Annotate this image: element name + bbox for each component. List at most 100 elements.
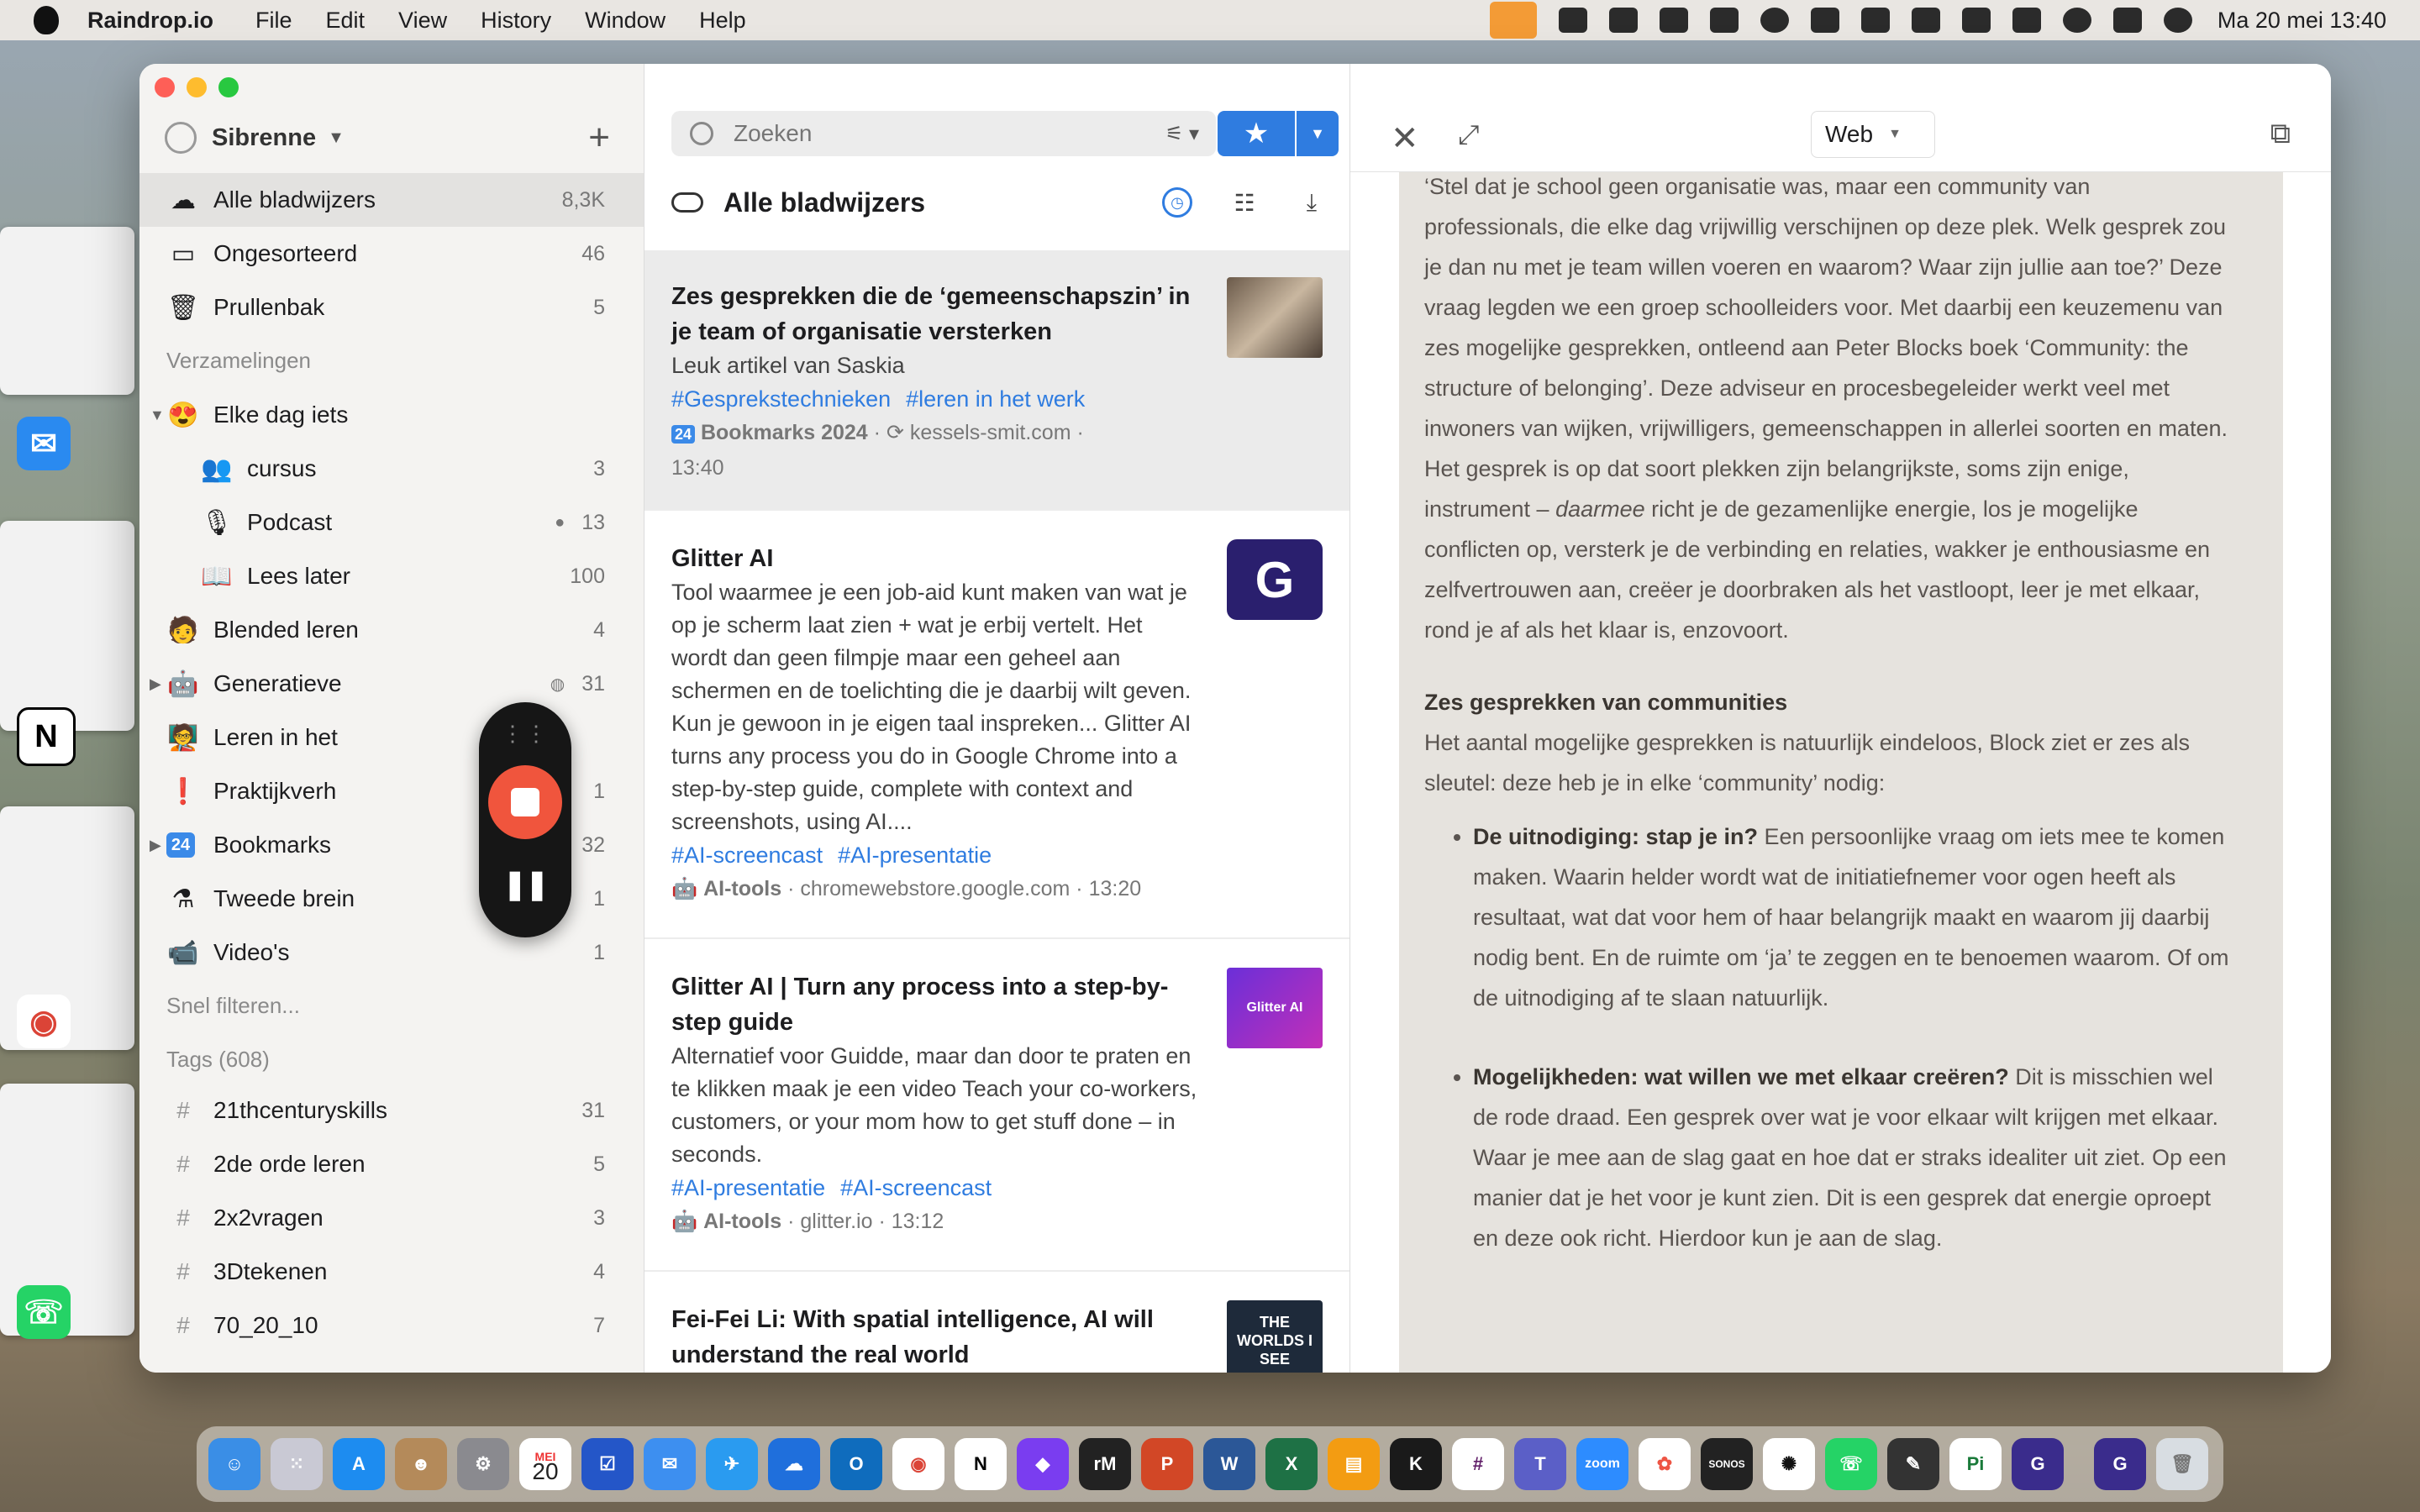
chrome-icon[interactable]: ◉	[892, 1438, 944, 1490]
expand-arrow-icon[interactable]: ▶	[150, 837, 161, 854]
system-settings-icon[interactable]: ⚙	[457, 1438, 509, 1490]
photos-icon[interactable]: ✿	[1639, 1438, 1691, 1490]
bluetooth-icon[interactable]	[1961, 8, 1991, 33]
tag-link[interactable]: #AI-screencast	[671, 843, 823, 868]
bookmark-title[interactable]: Fei-Fei Li: With spatial intelligence, A…	[671, 1302, 1201, 1373]
menu-history[interactable]: History	[481, 8, 551, 34]
sidebar-tag-item[interactable]: # 21thcenturyskills 31	[139, 1084, 644, 1137]
view-mode-select[interactable]: Web ▼	[1811, 111, 1935, 158]
chrome-icon[interactable]: ◉	[17, 995, 71, 1048]
glitter-icon[interactable]: G	[2012, 1438, 2064, 1490]
mail-icon[interactable]: ✉	[17, 417, 71, 470]
menu-clock[interactable]: Ma 20 mei 13:40	[2217, 8, 2386, 34]
app-store-icon[interactable]: A	[333, 1438, 385, 1490]
sidebar-item-unsorted[interactable]: ▭ Ongesorteerd 46	[139, 227, 644, 281]
microphone-recording-icon[interactable]	[1489, 2, 1537, 39]
sonos-icon[interactable]: SONOS	[1701, 1438, 1753, 1490]
sidebar-item-collection[interactable]: 📖 Lees later 100	[139, 549, 644, 603]
notion-icon[interactable]: N	[955, 1438, 1007, 1490]
menu-view[interactable]: View	[398, 8, 447, 34]
excel-icon[interactable]: X	[1265, 1438, 1318, 1490]
user-menu[interactable]: Sibrenne ▼ +	[165, 116, 618, 160]
obsidian-icon[interactable]: ◆	[1017, 1438, 1069, 1490]
tag-link[interactable]: #leren in het werk	[906, 386, 1085, 412]
battery-icon[interactable]	[2012, 8, 2041, 33]
bookmark-item[interactable]: Fei-Fei Li: With spatial intelligence, A…	[644, 1273, 1349, 1373]
bookmark-title[interactable]: Zes gesprekken die de ‘gemeenschapszin’ …	[671, 279, 1201, 349]
cloud-app-icon[interactable]: ☁	[768, 1438, 820, 1490]
sidebar-item-collection[interactable]: 📹 Video's 1	[139, 926, 644, 979]
expand-icon[interactable]: ⤢	[1458, 119, 1480, 151]
bookmark-title[interactable]: Glitter AI | Turn any process into a ste…	[671, 969, 1201, 1040]
launchpad-icon[interactable]: ⁙	[271, 1438, 323, 1490]
testflight-icon[interactable]: ✈	[706, 1438, 758, 1490]
mail-icon[interactable]: ✉	[644, 1438, 696, 1490]
sidebar-item-collection[interactable]: 👥 cursus 3	[139, 442, 644, 496]
grammarly-icon[interactable]	[1558, 8, 1587, 33]
sidebar-item-collection[interactable]: 🧑 Blended leren 4	[139, 603, 644, 657]
open-external-icon[interactable]: ⧉	[2270, 118, 2291, 150]
finder-icon[interactable]: ☺	[208, 1438, 260, 1490]
sidebar-item-collection[interactable]: ▼ 😍 Elke dag iets	[139, 388, 644, 442]
bookmark-item[interactable]: Glitter AI Tool waarmee je een job-aid k…	[644, 512, 1349, 939]
notion-icon[interactable]: N	[17, 707, 76, 766]
screenshot-icon[interactable]	[1709, 8, 1739, 33]
whatsapp-icon[interactable]: ☏	[17, 1285, 71, 1339]
menu-help[interactable]: Help	[699, 8, 746, 34]
tag-link[interactable]: #AI-screencast	[840, 1175, 992, 1200]
notion-icon[interactable]	[1608, 8, 1638, 33]
calendar-icon[interactable]: MEI 20	[519, 1438, 571, 1490]
import-download-icon[interactable]: ⤓	[1297, 187, 1327, 218]
trash-icon[interactable]: 🗑	[2156, 1438, 2208, 1490]
sidebar-item-collection[interactable]: ▶ 🤖 Generatieve ◍ 31	[139, 657, 644, 711]
wifi-icon[interactable]	[1911, 8, 1940, 33]
kindle-icon[interactable]: K	[1390, 1438, 1442, 1490]
sidebar-tag-item[interactable]: # 2x2vragen 3	[139, 1191, 644, 1245]
tags-heading[interactable]: Tags (608)	[166, 1047, 270, 1073]
siri-icon[interactable]	[2163, 8, 2192, 33]
add-collection-button[interactable]: +	[588, 117, 610, 159]
stop-recording-button[interactable]	[488, 765, 562, 839]
menu-app-name[interactable]: Raindrop.io	[87, 8, 213, 34]
bookmark-title[interactable]: Glitter AI	[671, 541, 1201, 576]
tag-link[interactable]: #AI-presentatie	[838, 843, 992, 868]
zoom-window-button[interactable]	[218, 77, 239, 97]
quick-filter[interactable]: Snel filteren...	[166, 993, 300, 1019]
powerpoint-icon[interactable]: P	[1141, 1438, 1193, 1490]
favorites-dropdown-button[interactable]: ▼	[1297, 111, 1339, 156]
tag-link[interactable]: #AI-presentatie	[671, 1175, 825, 1200]
slack-icon[interactable]: #	[1452, 1438, 1504, 1490]
minimize-window-button[interactable]	[187, 77, 207, 97]
pause-button[interactable]: ❚❚	[503, 868, 550, 901]
expand-arrow-icon[interactable]: ▶	[150, 675, 161, 693]
drag-handle-icon[interactable]: ⋮⋮	[502, 721, 549, 747]
dropbox-icon[interactable]	[1659, 8, 1688, 33]
menu-edit[interactable]: Edit	[326, 8, 366, 34]
sidebar-tag-item[interactable]: # 2de orde leren 5	[139, 1137, 644, 1191]
menu-file[interactable]: File	[255, 8, 292, 34]
collections-heading[interactable]: Verzamelingen	[166, 348, 311, 374]
1password-icon[interactable]	[1760, 8, 1789, 33]
collapse-arrow-icon[interactable]: ▼	[150, 407, 165, 424]
books-icon[interactable]: ▤	[1328, 1438, 1380, 1490]
sort-clock-icon[interactable]: ◷	[1162, 187, 1192, 218]
sidebar-tag-item[interactable]: # 70_20_10 7	[139, 1299, 644, 1352]
remnote-icon[interactable]: rM	[1079, 1438, 1131, 1490]
sidebar-tag-item[interactable]: # 3Dtekenen 4	[139, 1245, 644, 1299]
search-bar[interactable]: ⚟ ▾	[671, 111, 1216, 156]
chatgpt-icon[interactable]: ✺	[1763, 1438, 1815, 1490]
glitter-recent-icon[interactable]: G	[2094, 1438, 2146, 1490]
search-input[interactable]	[732, 119, 1165, 148]
menu-window[interactable]: Window	[585, 8, 666, 34]
sidebar-item-all-bookmarks[interactable]: ☁ Alle bladwijzers 8,3K	[139, 173, 644, 227]
search-options-icon[interactable]: ⚟ ▾	[1165, 122, 1199, 146]
favorites-button[interactable]: ★	[1218, 111, 1295, 156]
screen-recorder-control[interactable]: ⋮⋮ ❚❚	[479, 702, 571, 937]
close-icon[interactable]: ✕	[1391, 119, 1419, 158]
outlook-icon[interactable]: O	[830, 1438, 882, 1490]
word-icon[interactable]: W	[1203, 1438, 1255, 1490]
pi-icon[interactable]: Pi	[1949, 1438, 2002, 1490]
bookmark-item[interactable]: Zes gesprekken die de ‘gemeenschapszin’ …	[644, 250, 1349, 511]
teams-icon[interactable]: T	[1514, 1438, 1566, 1490]
contacts-icon[interactable]: ☻	[395, 1438, 447, 1490]
